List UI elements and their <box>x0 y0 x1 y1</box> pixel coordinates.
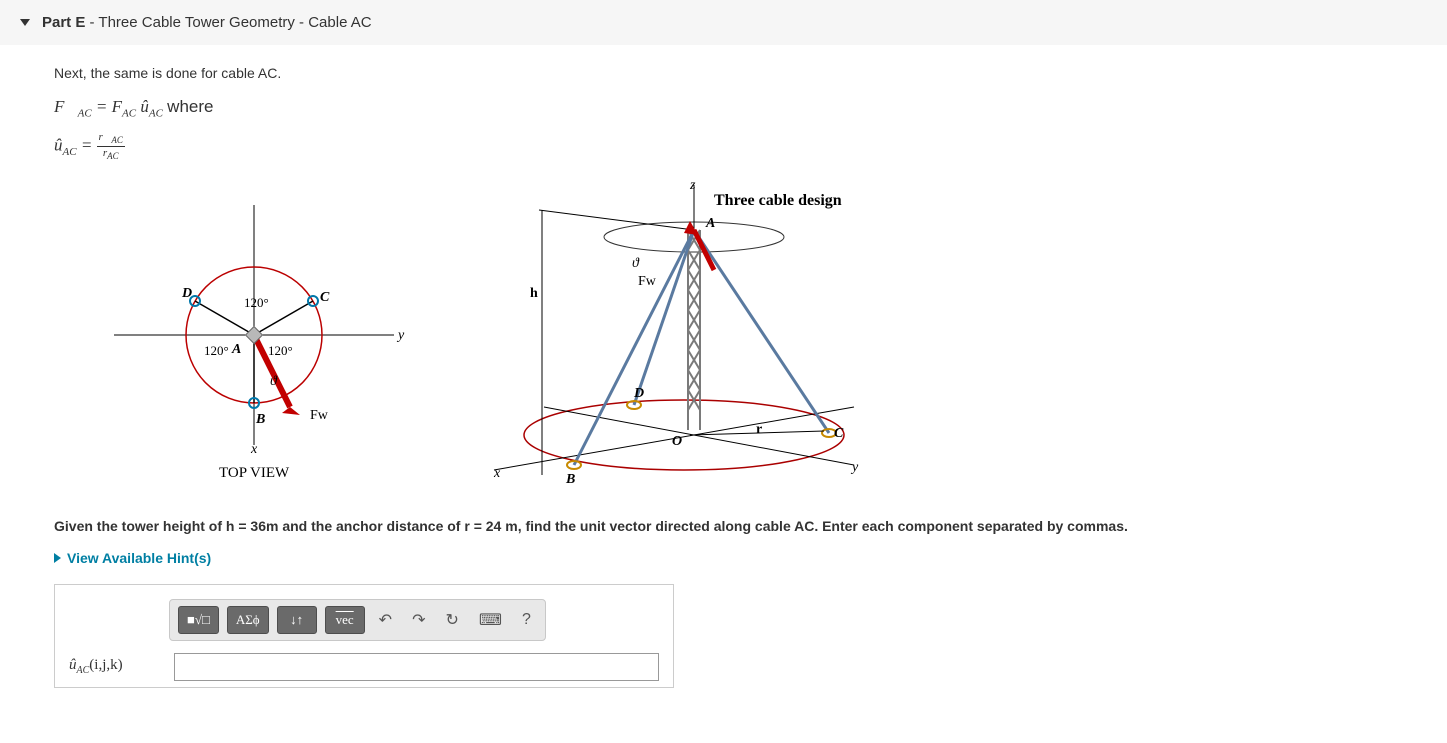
part-header: Part E - Three Cable Tower Geometry - Ca… <box>0 0 1447 45</box>
keyboard-icon[interactable]: ⌨ <box>473 606 508 634</box>
help-icon[interactable]: ? <box>516 607 537 633</box>
top-view-svg: D C A B y x ϑ Fw 120° 120° 120° TOP VIEW <box>54 175 414 485</box>
svg-text:D: D <box>633 386 644 401</box>
svg-text:ϑ: ϑ <box>632 256 640 271</box>
svg-text:y: y <box>396 328 405 343</box>
svg-text:A: A <box>705 216 715 231</box>
content: Next, the same is done for cable AC. F⃗A… <box>0 45 1447 698</box>
part-title: Part E - Three Cable Tower Geometry - Ca… <box>42 14 372 31</box>
svg-text:A: A <box>231 342 241 357</box>
svg-text:TOP VIEW: TOP VIEW <box>219 465 290 481</box>
subsuper-button[interactable]: ↓↑ <box>277 606 317 634</box>
chevron-right-icon <box>54 553 61 563</box>
given-statement: Given the tower height of h = 36m and th… <box>54 518 1393 534</box>
answer-row: ûAC(i,j,k) <box>69 653 659 681</box>
svg-text:h: h <box>530 286 538 301</box>
part-label: Part E <box>42 14 85 31</box>
svg-text:ϑ: ϑ <box>270 374 278 389</box>
collapse-icon[interactable] <box>20 19 30 26</box>
svg-text:Fw: Fw <box>310 408 329 423</box>
greek-button[interactable]: ΑΣϕ <box>227 606 269 634</box>
figure-top-view: D C A B y x ϑ Fw 120° 120° 120° TOP VIEW <box>54 175 414 498</box>
svg-text:O: O <box>672 434 682 449</box>
answer-label: ûAC(i,j,k) <box>69 657 164 676</box>
svg-text:C: C <box>320 290 330 305</box>
view-hints-link[interactable]: View Available Hint(s) <box>54 550 1393 566</box>
svg-text:x: x <box>493 466 501 481</box>
answer-input[interactable] <box>174 653 659 681</box>
svg-text:120°: 120° <box>244 295 269 310</box>
svg-text:B: B <box>255 412 265 427</box>
templates-button[interactable]: ■√□ <box>178 606 219 634</box>
undo-icon[interactable]: ↶ <box>373 606 398 634</box>
svg-text:Fw: Fw <box>638 274 657 289</box>
answer-box: ■√□ ΑΣϕ ↓↑ vec ↶ ↷ ↻ ⌨ ? ûAC(i,j,k) <box>54 584 674 688</box>
svg-text:z: z <box>689 178 696 193</box>
formula-force: F⃗AC = FAC ûAC where <box>54 97 1393 119</box>
figure-isometric: Three cable design <box>454 175 934 498</box>
figures-row: D C A B y x ϑ Fw 120° 120° 120° TOP VIEW <box>54 175 1393 498</box>
svg-text:Three cable design: Three cable design <box>714 192 842 209</box>
vec-button[interactable]: vec <box>325 606 365 634</box>
reset-icon[interactable]: ↻ <box>439 606 464 634</box>
svg-text:B: B <box>565 472 575 487</box>
svg-text:y: y <box>850 460 859 475</box>
intro-text: Next, the same is done for cable AC. <box>54 65 1393 81</box>
redo-icon[interactable]: ↷ <box>406 606 431 634</box>
svg-text:C: C <box>834 426 844 441</box>
svg-text:r: r <box>756 422 762 437</box>
svg-text:x: x <box>250 442 258 457</box>
formula-unit: ûAC = r⃗AC rAC <box>54 131 1393 162</box>
svg-text:120°: 120° <box>204 343 229 358</box>
svg-text:D: D <box>181 286 192 301</box>
iso-svg: Three cable design <box>454 175 934 495</box>
svg-text:120°: 120° <box>268 343 293 358</box>
equation-toolbar: ■√□ ΑΣϕ ↓↑ vec ↶ ↷ ↻ ⌨ ? <box>169 599 546 641</box>
